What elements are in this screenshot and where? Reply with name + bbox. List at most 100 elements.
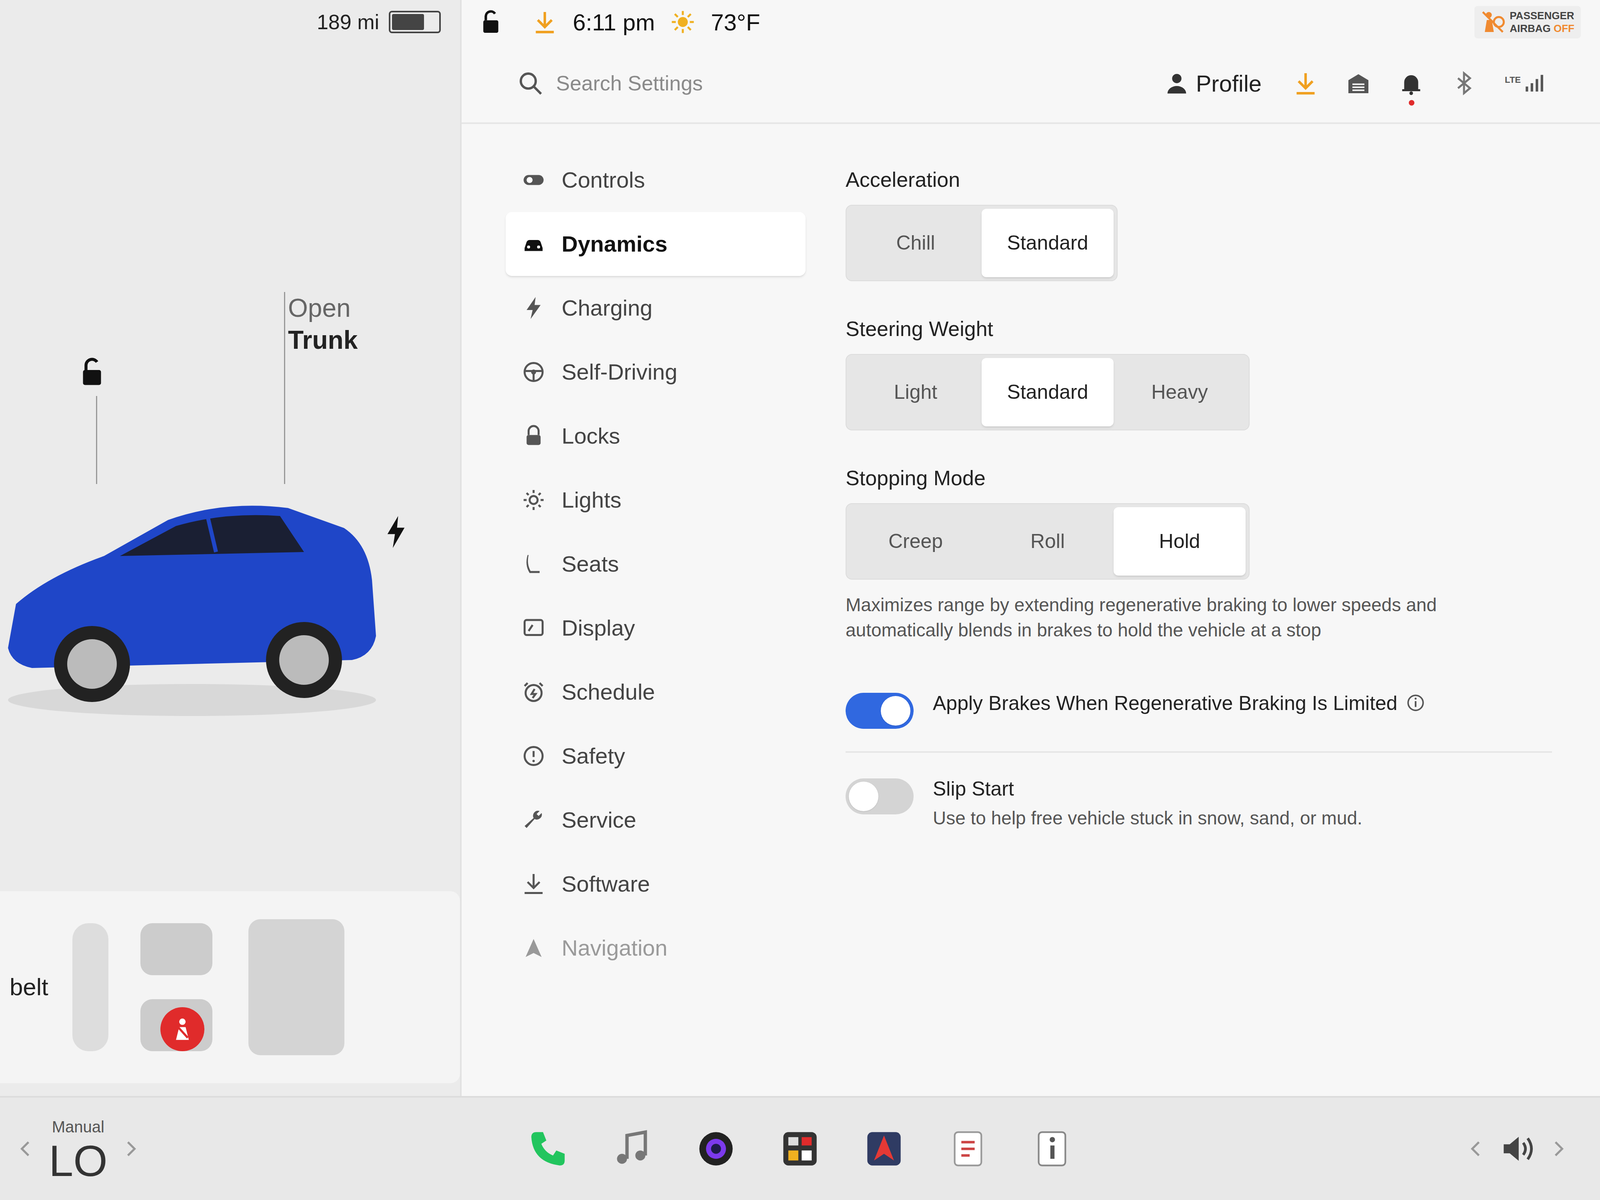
airbag-icon [1480, 10, 1505, 34]
settings-sidebar: ControlsDynamicsChargingSelf-DrivingLock… [461, 124, 822, 1096]
clock: 6:11 pm [572, 4, 655, 40]
sidebar-item[interactable]: Display [505, 596, 806, 660]
toggle-icon [521, 168, 546, 192]
garage-icon[interactable] [1346, 71, 1371, 96]
setting-description: Maximizes range by extending regenerativ… [845, 592, 1526, 644]
setting-group: Steering Weight LightStandardHeavy [845, 313, 1552, 431]
chevron-left-icon[interactable] [1466, 1138, 1487, 1159]
toggle-label: Apply Brakes When Regenerative Braking I… [932, 689, 1398, 718]
steering-wheel-icon [521, 360, 546, 384]
toggle-switch[interactable] [845, 692, 914, 729]
segmented-control: CreepRollHold [845, 503, 1250, 580]
wrench-icon [521, 808, 546, 832]
sidebar-item[interactable]: Dynamics [505, 212, 806, 276]
navigation-icon [521, 936, 546, 960]
manual-icon[interactable] [1032, 1128, 1072, 1169]
screen: 189 mi Open Trunk [0, 0, 1600, 1200]
unlock-icon[interactable] [80, 356, 104, 388]
notification-dot [1408, 100, 1415, 106]
sun-icon [670, 10, 695, 34]
seatbelt-label: belt [9, 969, 49, 1006]
notifications-button[interactable] [1399, 71, 1424, 96]
toggle-row: Apply Brakes When Regenerative Braking I… [845, 667, 1552, 753]
search-input[interactable] [556, 67, 1153, 99]
bluetooth-icon[interactable] [1452, 71, 1476, 96]
toggle-knob [880, 696, 911, 726]
car-image [0, 476, 384, 724]
segment-option[interactable]: Hold [1113, 507, 1246, 576]
range: 189 mi [316, 6, 380, 38]
chevron-right-icon[interactable] [120, 1138, 141, 1159]
toggle-label: Slip Start [932, 775, 1014, 803]
setting-title: Acceleration [845, 164, 1552, 196]
sidebar-item[interactable]: Software [505, 852, 806, 916]
display-icon [521, 616, 546, 640]
sidebar-item[interactable]: Schedule [505, 660, 806, 724]
bolt-icon [521, 296, 546, 320]
alarm-icon [521, 680, 546, 704]
info-icon[interactable] [1405, 692, 1426, 713]
app-dock [296, 1128, 1304, 1169]
toggle-description: Use to help free vehicle stuck in snow, … [932, 805, 1363, 831]
setting-title: Stopping Mode [845, 462, 1552, 494]
chevron-left-icon[interactable] [16, 1138, 36, 1159]
setting-group: Acceleration ChillStandard [845, 164, 1552, 282]
apps-icon[interactable] [780, 1128, 820, 1169]
open-trunk-button[interactable]: Open Trunk [288, 292, 358, 356]
car-icon [521, 232, 546, 256]
sidebar-item[interactable]: Service [505, 788, 806, 852]
seats-icon [64, 907, 369, 1068]
segment-option[interactable]: Heavy [1113, 358, 1246, 427]
chevron-right-icon[interactable] [1548, 1138, 1568, 1159]
battery-fill [392, 14, 424, 30]
cellular-status: LTE [1504, 73, 1544, 94]
lock-icon [521, 424, 546, 448]
volume-control [1304, 1130, 1584, 1167]
segment-option[interactable]: Chill [849, 208, 982, 278]
seat-icon [521, 552, 546, 576]
seatbelt-warning-icon [160, 1007, 205, 1052]
profile-button[interactable]: Profile [1165, 66, 1262, 101]
top-status: 6:11 pm 73°F PASSENGER AIRBAG OFF [461, 0, 1600, 44]
charge-port-icon[interactable] [384, 516, 408, 548]
sidebar-item[interactable]: Navigation [505, 916, 806, 980]
segment-option[interactable]: Standard [981, 208, 1114, 278]
search-icon [517, 70, 544, 96]
download-icon[interactable] [1293, 71, 1318, 96]
camera-icon[interactable] [696, 1128, 736, 1169]
unlock-icon[interactable] [480, 9, 501, 35]
sidebar-item[interactable]: Charging [505, 276, 806, 340]
sidebar-item[interactable]: Locks [505, 404, 806, 468]
car-panel: 189 mi Open Trunk [0, 0, 460, 1096]
airbag-status: PASSENGER AIRBAG OFF [1474, 6, 1581, 39]
sidebar-item[interactable]: Seats [505, 532, 806, 596]
segmented-control: ChillStandard [845, 204, 1118, 282]
segment-option[interactable]: Roll [981, 507, 1114, 576]
speaker-icon[interactable] [1499, 1130, 1536, 1167]
seat-panel: belt [0, 891, 460, 1084]
safety-icon [521, 744, 546, 768]
segment-option[interactable]: Creep [849, 507, 982, 576]
download-icon[interactable] [532, 10, 557, 34]
sidebar-item[interactable]: Self-Driving [505, 340, 806, 404]
temperature-display[interactable]: Manual LO [48, 1114, 108, 1183]
sidebar-item[interactable]: Lights [505, 468, 806, 532]
bottom-bar: Manual LO [0, 1096, 1600, 1200]
light-icon [521, 488, 546, 512]
segment-option[interactable]: Light [849, 358, 982, 427]
calendar-icon[interactable] [948, 1128, 988, 1169]
outside-temperature: 73°F [710, 4, 760, 40]
phone-icon[interactable] [528, 1128, 568, 1169]
navigation-icon[interactable] [864, 1128, 904, 1169]
sidebar-item[interactable]: Controls [505, 148, 806, 212]
segment-option[interactable]: Standard [981, 358, 1114, 427]
music-icon[interactable] [612, 1128, 652, 1169]
battery-icon [388, 10, 441, 34]
toggle-knob [848, 781, 879, 812]
settings-content: AccelerationChillStandardSteering Weight… [821, 124, 1600, 1096]
toggle-row: Slip StartUse to help free vehicle stuck… [845, 752, 1552, 854]
setting-title: Steering Weight [845, 313, 1552, 345]
person-icon [1165, 72, 1188, 95]
sidebar-item[interactable]: Safety [505, 724, 806, 788]
toggle-switch[interactable] [845, 778, 914, 815]
